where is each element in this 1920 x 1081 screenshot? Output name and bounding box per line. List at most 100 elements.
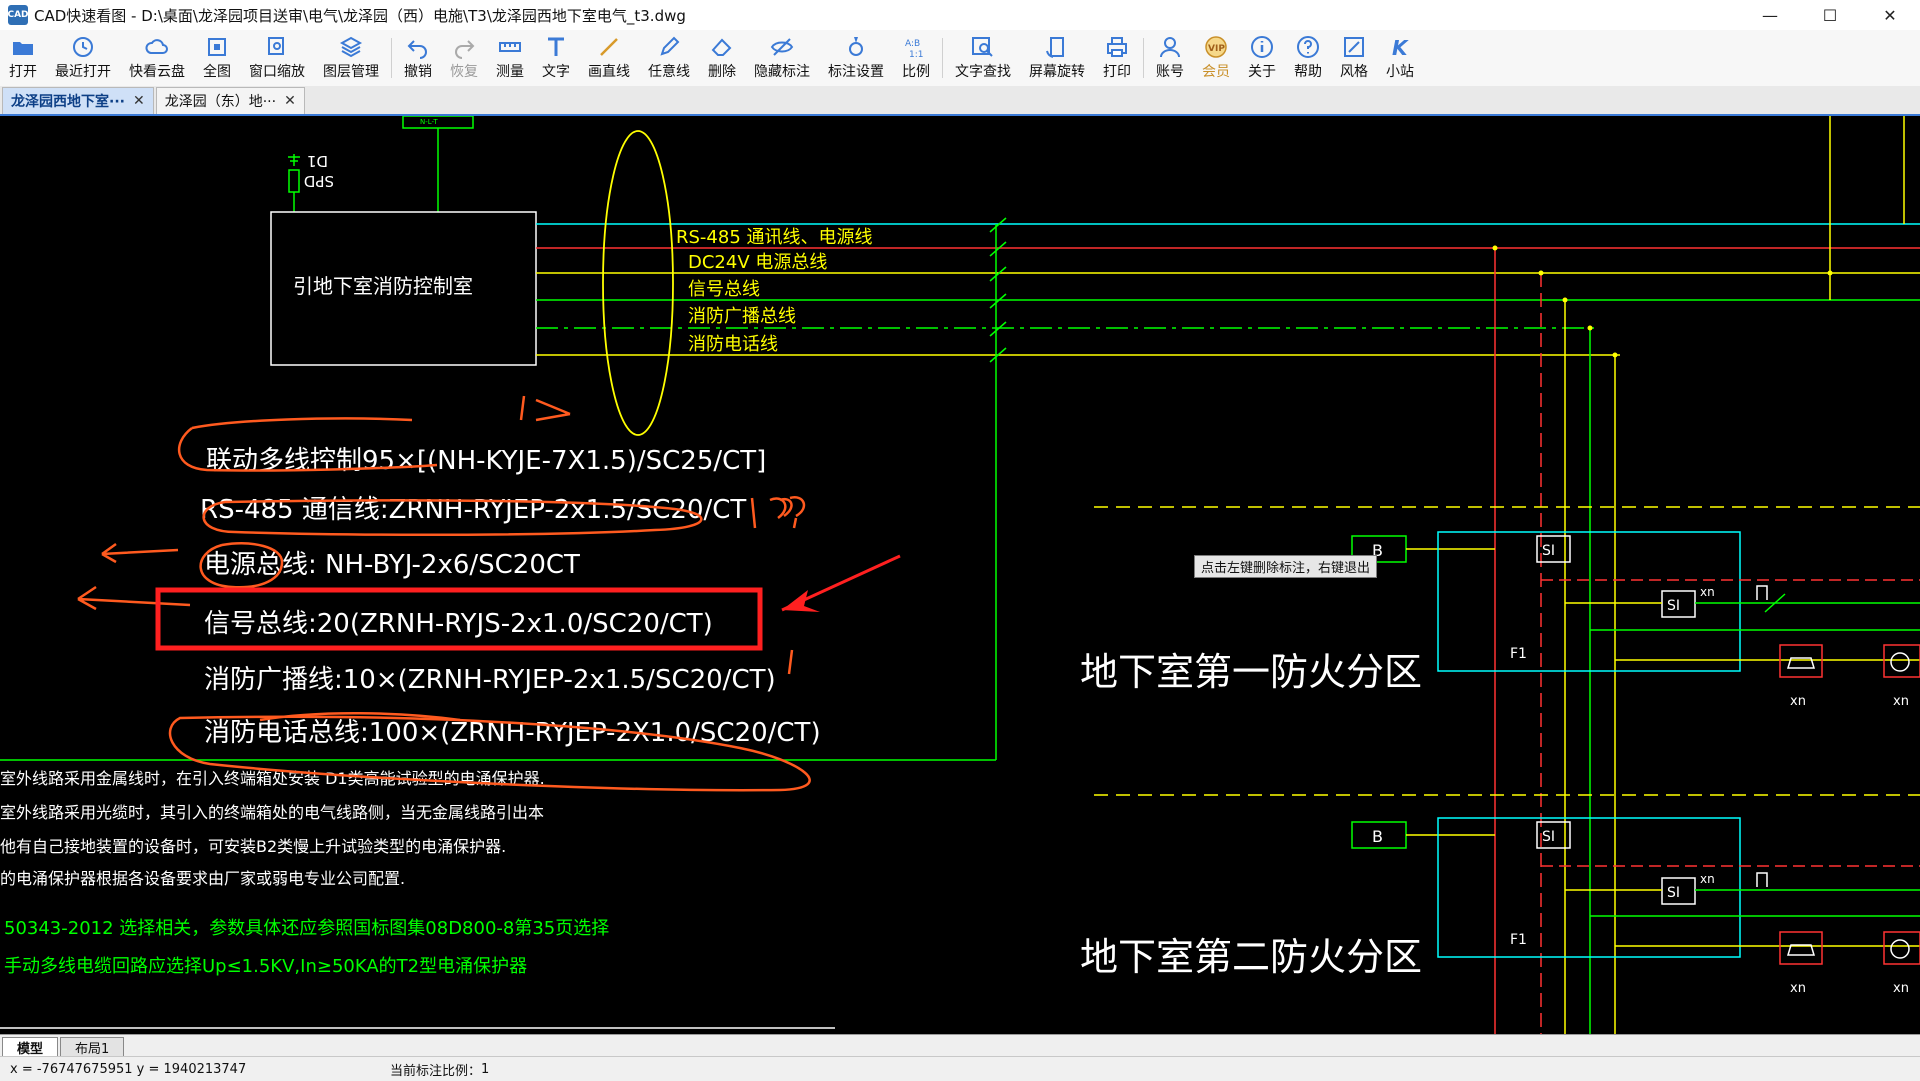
- measure-label: 测量: [496, 64, 524, 80]
- print-label: 打印: [1103, 64, 1131, 80]
- tab-lzy-west-basement[interactable]: 龙泽园西地下室··· ✕: [2, 87, 154, 114]
- d1-label: D1: [307, 152, 328, 170]
- note-line-2: 室外线路采用光缆时，其引入的终端箱处的电气线路侧，当无金属线路引出本: [0, 803, 544, 822]
- window-title: CAD快速看图 - D:\桌面\龙泽园项目送审\电气\龙泽园（西）电施\T3\龙…: [34, 6, 686, 25]
- phone-icon: [1779, 644, 1823, 678]
- redo-button[interactable]: 恢复: [441, 30, 487, 86]
- draw-line-button[interactable]: 画直线: [579, 30, 639, 86]
- svg-text:K: K: [1392, 36, 1409, 59]
- eye-hidden-icon: [770, 38, 794, 56]
- text-button[interactable]: 文字: [533, 30, 579, 86]
- rotate-screen-label: 屏幕旋转: [1029, 64, 1085, 80]
- svg-text:1:1: 1:1: [909, 50, 923, 59]
- style-button[interactable]: 风格: [1331, 30, 1377, 86]
- redo-label: 恢复: [450, 64, 478, 80]
- note-green-1: 50343-2012 选择相关，参数具体还应参照国标图集08D800-8第35页…: [4, 918, 609, 939]
- status-bar: x = -76747675951 y = 1940213747 当前标注比例： …: [0, 1056, 1920, 1081]
- svg-text:VIP: VIP: [1208, 44, 1225, 54]
- ratio-button[interactable]: A:B 1:1 比例: [893, 30, 939, 86]
- folder-open-icon: [13, 42, 33, 55]
- text-search-button[interactable]: 文字查找: [946, 30, 1020, 86]
- measure-button[interactable]: 测量: [487, 30, 533, 86]
- maximize-button[interactable]: ☐: [1800, 0, 1860, 30]
- recent-button[interactable]: 最近打开: [46, 30, 120, 86]
- text-icon: [548, 37, 564, 56]
- vip-badge-icon: VIP: [1205, 36, 1227, 58]
- top-box: [402, 116, 474, 129]
- zone2-panel: B SI SI xn F1 xn xn: [1351, 817, 1920, 996]
- about-button[interactable]: 关于: [1239, 30, 1285, 86]
- xn-label: xn: [1893, 694, 1909, 709]
- xn-label: xn: [1893, 981, 1909, 996]
- phone-icon: [1779, 931, 1823, 965]
- bus-label-dc24v: DC24V 电源总线: [688, 252, 827, 273]
- title-bar: CAD CAD快速看图 - D:\桌面\龙泽园项目送审\电气\龙泽园（西）电施\…: [0, 0, 1920, 30]
- station-k-icon: K: [1392, 36, 1409, 59]
- vip-button[interactable]: VIP 会员: [1193, 30, 1239, 86]
- note-line-3: 他有自己接地装置的设备时，可安装B2类慢上升试验类型的电涌保护器.: [0, 837, 506, 856]
- fit-view-button[interactable]: 全图: [194, 30, 240, 86]
- text-search-label: 文字查找: [955, 64, 1011, 80]
- cloud-button[interactable]: 快看云盘: [120, 30, 194, 86]
- mark-settings-button[interactable]: 标注设置: [819, 30, 893, 86]
- rotate-screen-button[interactable]: 屏幕旋转: [1020, 30, 1094, 86]
- minimize-button[interactable]: —: [1740, 0, 1800, 30]
- box-b-label: B: [1372, 827, 1383, 846]
- toolbar-separator: [1143, 38, 1144, 78]
- eraser-icon: [711, 38, 732, 56]
- cloud-label: 快看云盘: [129, 64, 185, 80]
- help-label: 帮助: [1294, 64, 1322, 80]
- tab-layout1[interactable]: 布局1: [60, 1037, 125, 1057]
- layers-icon: [339, 36, 363, 58]
- zone1-panel: B SI SI xn F1 xn xn: [1351, 531, 1920, 709]
- note-line-1: 室外线路采用金属线时，在引入终端箱处安装 D1类高能试验型的电涌保护器.: [0, 769, 545, 788]
- open-button[interactable]: 打开: [0, 30, 46, 86]
- clock-icon: [73, 37, 93, 57]
- close-button[interactable]: ✕: [1860, 0, 1920, 30]
- help-button[interactable]: 帮助: [1285, 30, 1331, 86]
- note-green-2: 手动多线电缆回路应选择Up≤1.5KV,In≥50KA的T2型电涌保护器: [4, 956, 527, 977]
- undo-label: 撤销: [404, 64, 432, 80]
- layers-button[interactable]: 图层管理: [314, 30, 388, 86]
- text-search-icon: [972, 37, 993, 57]
- station-button[interactable]: K 小站: [1377, 30, 1423, 86]
- tab-model[interactable]: 模型: [2, 1037, 59, 1057]
- si-label: SI: [1542, 543, 1555, 559]
- mark-scale-label: 当前标注比例：: [390, 1063, 482, 1079]
- layers-label: 图层管理: [323, 64, 379, 80]
- drawing-canvas[interactable]: N-L-T D1 SPD 引地下室消防控制室 RS-485 通讯线、电源线 DC…: [0, 116, 1920, 1034]
- bus-label-phone: 消防电话线: [688, 334, 778, 355]
- svg-text:A:B: A:B: [905, 39, 920, 49]
- mark-scale-value: 1: [481, 1061, 490, 1077]
- hide-marks-button[interactable]: 隐藏标注: [745, 30, 819, 86]
- undo-button[interactable]: 撤销: [395, 30, 441, 86]
- vip-label: 会员: [1202, 64, 1230, 80]
- account-button[interactable]: 账号: [1147, 30, 1193, 86]
- window-zoom-label: 窗口缩放: [249, 64, 305, 80]
- delete-button[interactable]: 删除: [699, 30, 745, 86]
- mark-settings-label: 标注设置: [828, 64, 884, 80]
- tab-close-icon[interactable]: ✕: [133, 93, 145, 109]
- xn-label: xn: [1700, 585, 1715, 599]
- toolbar-separator: [391, 38, 392, 78]
- window-zoom-button[interactable]: 窗口缩放: [240, 30, 314, 86]
- station-label: 小站: [1386, 64, 1414, 80]
- style-label: 风格: [1340, 64, 1368, 80]
- print-button[interactable]: 打印: [1094, 30, 1140, 86]
- f1-label: F1: [1510, 932, 1527, 948]
- fit-view-icon: [208, 38, 226, 56]
- phone-jack-icon: [1883, 644, 1920, 678]
- freehand-button[interactable]: 任意线: [639, 30, 699, 86]
- redo-icon: [455, 40, 475, 59]
- toolbar-separator: [942, 38, 943, 78]
- settings-pen-icon: [849, 37, 863, 56]
- tab-label: 龙泽园西地下室···: [11, 94, 125, 110]
- draw-line-label: 画直线: [588, 64, 630, 80]
- printer-icon: [1107, 37, 1127, 57]
- tab-lzy-east[interactable]: 龙泽园（东）地··· ✕: [155, 87, 305, 114]
- tab-close-icon[interactable]: ✕: [284, 93, 296, 109]
- rotate-screen-icon: [1046, 37, 1064, 58]
- undo-icon: [407, 40, 427, 59]
- f1-label: F1: [1510, 646, 1527, 662]
- si-label: SI: [1667, 598, 1680, 614]
